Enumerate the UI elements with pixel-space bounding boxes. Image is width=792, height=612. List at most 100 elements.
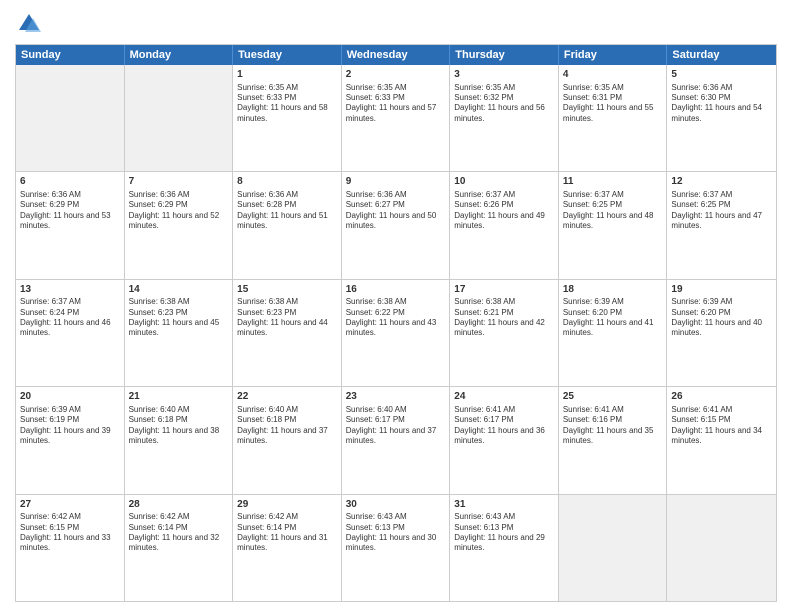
cell-info: Sunrise: 6:37 AMSunset: 6:25 PMDaylight:… bbox=[671, 190, 772, 232]
day-cell-12: 12Sunrise: 6:37 AMSunset: 6:25 PMDayligh… bbox=[667, 172, 776, 278]
header bbox=[15, 10, 777, 38]
day-number: 19 bbox=[671, 283, 772, 297]
day-number: 4 bbox=[563, 68, 663, 82]
day-number: 1 bbox=[237, 68, 337, 82]
day-number: 23 bbox=[346, 390, 446, 404]
day-number: 10 bbox=[454, 175, 554, 189]
day-number: 14 bbox=[129, 283, 229, 297]
day-cell-3: 3Sunrise: 6:35 AMSunset: 6:32 PMDaylight… bbox=[450, 65, 559, 171]
calendar-header: SundayMondayTuesdayWednesdayThursdayFrid… bbox=[16, 45, 776, 65]
day-number: 6 bbox=[20, 175, 120, 189]
calendar-body: 1Sunrise: 6:35 AMSunset: 6:33 PMDaylight… bbox=[16, 65, 776, 601]
day-cell-21: 21Sunrise: 6:40 AMSunset: 6:18 PMDayligh… bbox=[125, 387, 234, 493]
cell-info: Sunrise: 6:35 AMSunset: 6:33 PMDaylight:… bbox=[237, 83, 337, 125]
header-day-thursday: Thursday bbox=[450, 45, 559, 65]
day-number: 25 bbox=[563, 390, 663, 404]
cell-info: Sunrise: 6:39 AMSunset: 6:20 PMDaylight:… bbox=[563, 297, 663, 339]
day-cell-27: 27Sunrise: 6:42 AMSunset: 6:15 PMDayligh… bbox=[16, 495, 125, 601]
day-cell-17: 17Sunrise: 6:38 AMSunset: 6:21 PMDayligh… bbox=[450, 280, 559, 386]
day-cell-24: 24Sunrise: 6:41 AMSunset: 6:17 PMDayligh… bbox=[450, 387, 559, 493]
day-number: 12 bbox=[671, 175, 772, 189]
calendar-week-4: 20Sunrise: 6:39 AMSunset: 6:19 PMDayligh… bbox=[16, 386, 776, 493]
day-number: 24 bbox=[454, 390, 554, 404]
day-cell-5: 5Sunrise: 6:36 AMSunset: 6:30 PMDaylight… bbox=[667, 65, 776, 171]
cell-info: Sunrise: 6:42 AMSunset: 6:15 PMDaylight:… bbox=[20, 512, 120, 554]
cell-info: Sunrise: 6:42 AMSunset: 6:14 PMDaylight:… bbox=[129, 512, 229, 554]
header-day-friday: Friday bbox=[559, 45, 668, 65]
cell-info: Sunrise: 6:36 AMSunset: 6:30 PMDaylight:… bbox=[671, 83, 772, 125]
cell-info: Sunrise: 6:37 AMSunset: 6:24 PMDaylight:… bbox=[20, 297, 120, 339]
cell-info: Sunrise: 6:38 AMSunset: 6:23 PMDaylight:… bbox=[129, 297, 229, 339]
day-number: 26 bbox=[671, 390, 772, 404]
cell-info: Sunrise: 6:41 AMSunset: 6:15 PMDaylight:… bbox=[671, 405, 772, 447]
day-cell-29: 29Sunrise: 6:42 AMSunset: 6:14 PMDayligh… bbox=[233, 495, 342, 601]
day-number: 21 bbox=[129, 390, 229, 404]
header-day-wednesday: Wednesday bbox=[342, 45, 451, 65]
day-cell-13: 13Sunrise: 6:37 AMSunset: 6:24 PMDayligh… bbox=[16, 280, 125, 386]
empty-cell bbox=[559, 495, 668, 601]
day-cell-31: 31Sunrise: 6:43 AMSunset: 6:13 PMDayligh… bbox=[450, 495, 559, 601]
cell-info: Sunrise: 6:36 AMSunset: 6:28 PMDaylight:… bbox=[237, 190, 337, 232]
day-number: 15 bbox=[237, 283, 337, 297]
header-day-tuesday: Tuesday bbox=[233, 45, 342, 65]
day-number: 29 bbox=[237, 498, 337, 512]
empty-cell bbox=[125, 65, 234, 171]
day-number: 28 bbox=[129, 498, 229, 512]
cell-info: Sunrise: 6:39 AMSunset: 6:20 PMDaylight:… bbox=[671, 297, 772, 339]
day-cell-1: 1Sunrise: 6:35 AMSunset: 6:33 PMDaylight… bbox=[233, 65, 342, 171]
day-cell-30: 30Sunrise: 6:43 AMSunset: 6:13 PMDayligh… bbox=[342, 495, 451, 601]
day-number: 13 bbox=[20, 283, 120, 297]
calendar: SundayMondayTuesdayWednesdayThursdayFrid… bbox=[15, 44, 777, 602]
day-cell-20: 20Sunrise: 6:39 AMSunset: 6:19 PMDayligh… bbox=[16, 387, 125, 493]
cell-info: Sunrise: 6:38 AMSunset: 6:23 PMDaylight:… bbox=[237, 297, 337, 339]
day-cell-18: 18Sunrise: 6:39 AMSunset: 6:20 PMDayligh… bbox=[559, 280, 668, 386]
day-cell-8: 8Sunrise: 6:36 AMSunset: 6:28 PMDaylight… bbox=[233, 172, 342, 278]
day-number: 18 bbox=[563, 283, 663, 297]
cell-info: Sunrise: 6:39 AMSunset: 6:19 PMDaylight:… bbox=[20, 405, 120, 447]
day-cell-6: 6Sunrise: 6:36 AMSunset: 6:29 PMDaylight… bbox=[16, 172, 125, 278]
empty-cell bbox=[16, 65, 125, 171]
day-cell-16: 16Sunrise: 6:38 AMSunset: 6:22 PMDayligh… bbox=[342, 280, 451, 386]
logo bbox=[15, 10, 47, 38]
cell-info: Sunrise: 6:36 AMSunset: 6:27 PMDaylight:… bbox=[346, 190, 446, 232]
header-day-sunday: Sunday bbox=[16, 45, 125, 65]
day-cell-14: 14Sunrise: 6:38 AMSunset: 6:23 PMDayligh… bbox=[125, 280, 234, 386]
cell-info: Sunrise: 6:35 AMSunset: 6:31 PMDaylight:… bbox=[563, 83, 663, 125]
day-number: 31 bbox=[454, 498, 554, 512]
day-number: 7 bbox=[129, 175, 229, 189]
cell-info: Sunrise: 6:40 AMSunset: 6:18 PMDaylight:… bbox=[129, 405, 229, 447]
header-day-monday: Monday bbox=[125, 45, 234, 65]
day-cell-4: 4Sunrise: 6:35 AMSunset: 6:31 PMDaylight… bbox=[559, 65, 668, 171]
day-cell-22: 22Sunrise: 6:40 AMSunset: 6:18 PMDayligh… bbox=[233, 387, 342, 493]
calendar-week-1: 1Sunrise: 6:35 AMSunset: 6:33 PMDaylight… bbox=[16, 65, 776, 171]
page: SundayMondayTuesdayWednesdayThursdayFrid… bbox=[0, 0, 792, 612]
day-cell-28: 28Sunrise: 6:42 AMSunset: 6:14 PMDayligh… bbox=[125, 495, 234, 601]
day-cell-15: 15Sunrise: 6:38 AMSunset: 6:23 PMDayligh… bbox=[233, 280, 342, 386]
cell-info: Sunrise: 6:38 AMSunset: 6:22 PMDaylight:… bbox=[346, 297, 446, 339]
header-day-saturday: Saturday bbox=[667, 45, 776, 65]
day-cell-9: 9Sunrise: 6:36 AMSunset: 6:27 PMDaylight… bbox=[342, 172, 451, 278]
cell-info: Sunrise: 6:35 AMSunset: 6:33 PMDaylight:… bbox=[346, 83, 446, 125]
logo-icon bbox=[15, 10, 43, 38]
day-number: 11 bbox=[563, 175, 663, 189]
day-cell-7: 7Sunrise: 6:36 AMSunset: 6:29 PMDaylight… bbox=[125, 172, 234, 278]
day-number: 8 bbox=[237, 175, 337, 189]
cell-info: Sunrise: 6:36 AMSunset: 6:29 PMDaylight:… bbox=[20, 190, 120, 232]
cell-info: Sunrise: 6:41 AMSunset: 6:16 PMDaylight:… bbox=[563, 405, 663, 447]
day-cell-10: 10Sunrise: 6:37 AMSunset: 6:26 PMDayligh… bbox=[450, 172, 559, 278]
day-cell-26: 26Sunrise: 6:41 AMSunset: 6:15 PMDayligh… bbox=[667, 387, 776, 493]
cell-info: Sunrise: 6:38 AMSunset: 6:21 PMDaylight:… bbox=[454, 297, 554, 339]
cell-info: Sunrise: 6:37 AMSunset: 6:25 PMDaylight:… bbox=[563, 190, 663, 232]
day-number: 30 bbox=[346, 498, 446, 512]
day-number: 17 bbox=[454, 283, 554, 297]
calendar-week-5: 27Sunrise: 6:42 AMSunset: 6:15 PMDayligh… bbox=[16, 494, 776, 601]
calendar-week-2: 6Sunrise: 6:36 AMSunset: 6:29 PMDaylight… bbox=[16, 171, 776, 278]
day-cell-11: 11Sunrise: 6:37 AMSunset: 6:25 PMDayligh… bbox=[559, 172, 668, 278]
day-number: 5 bbox=[671, 68, 772, 82]
cell-info: Sunrise: 6:35 AMSunset: 6:32 PMDaylight:… bbox=[454, 83, 554, 125]
day-cell-2: 2Sunrise: 6:35 AMSunset: 6:33 PMDaylight… bbox=[342, 65, 451, 171]
cell-info: Sunrise: 6:36 AMSunset: 6:29 PMDaylight:… bbox=[129, 190, 229, 232]
empty-cell bbox=[667, 495, 776, 601]
cell-info: Sunrise: 6:37 AMSunset: 6:26 PMDaylight:… bbox=[454, 190, 554, 232]
day-number: 2 bbox=[346, 68, 446, 82]
